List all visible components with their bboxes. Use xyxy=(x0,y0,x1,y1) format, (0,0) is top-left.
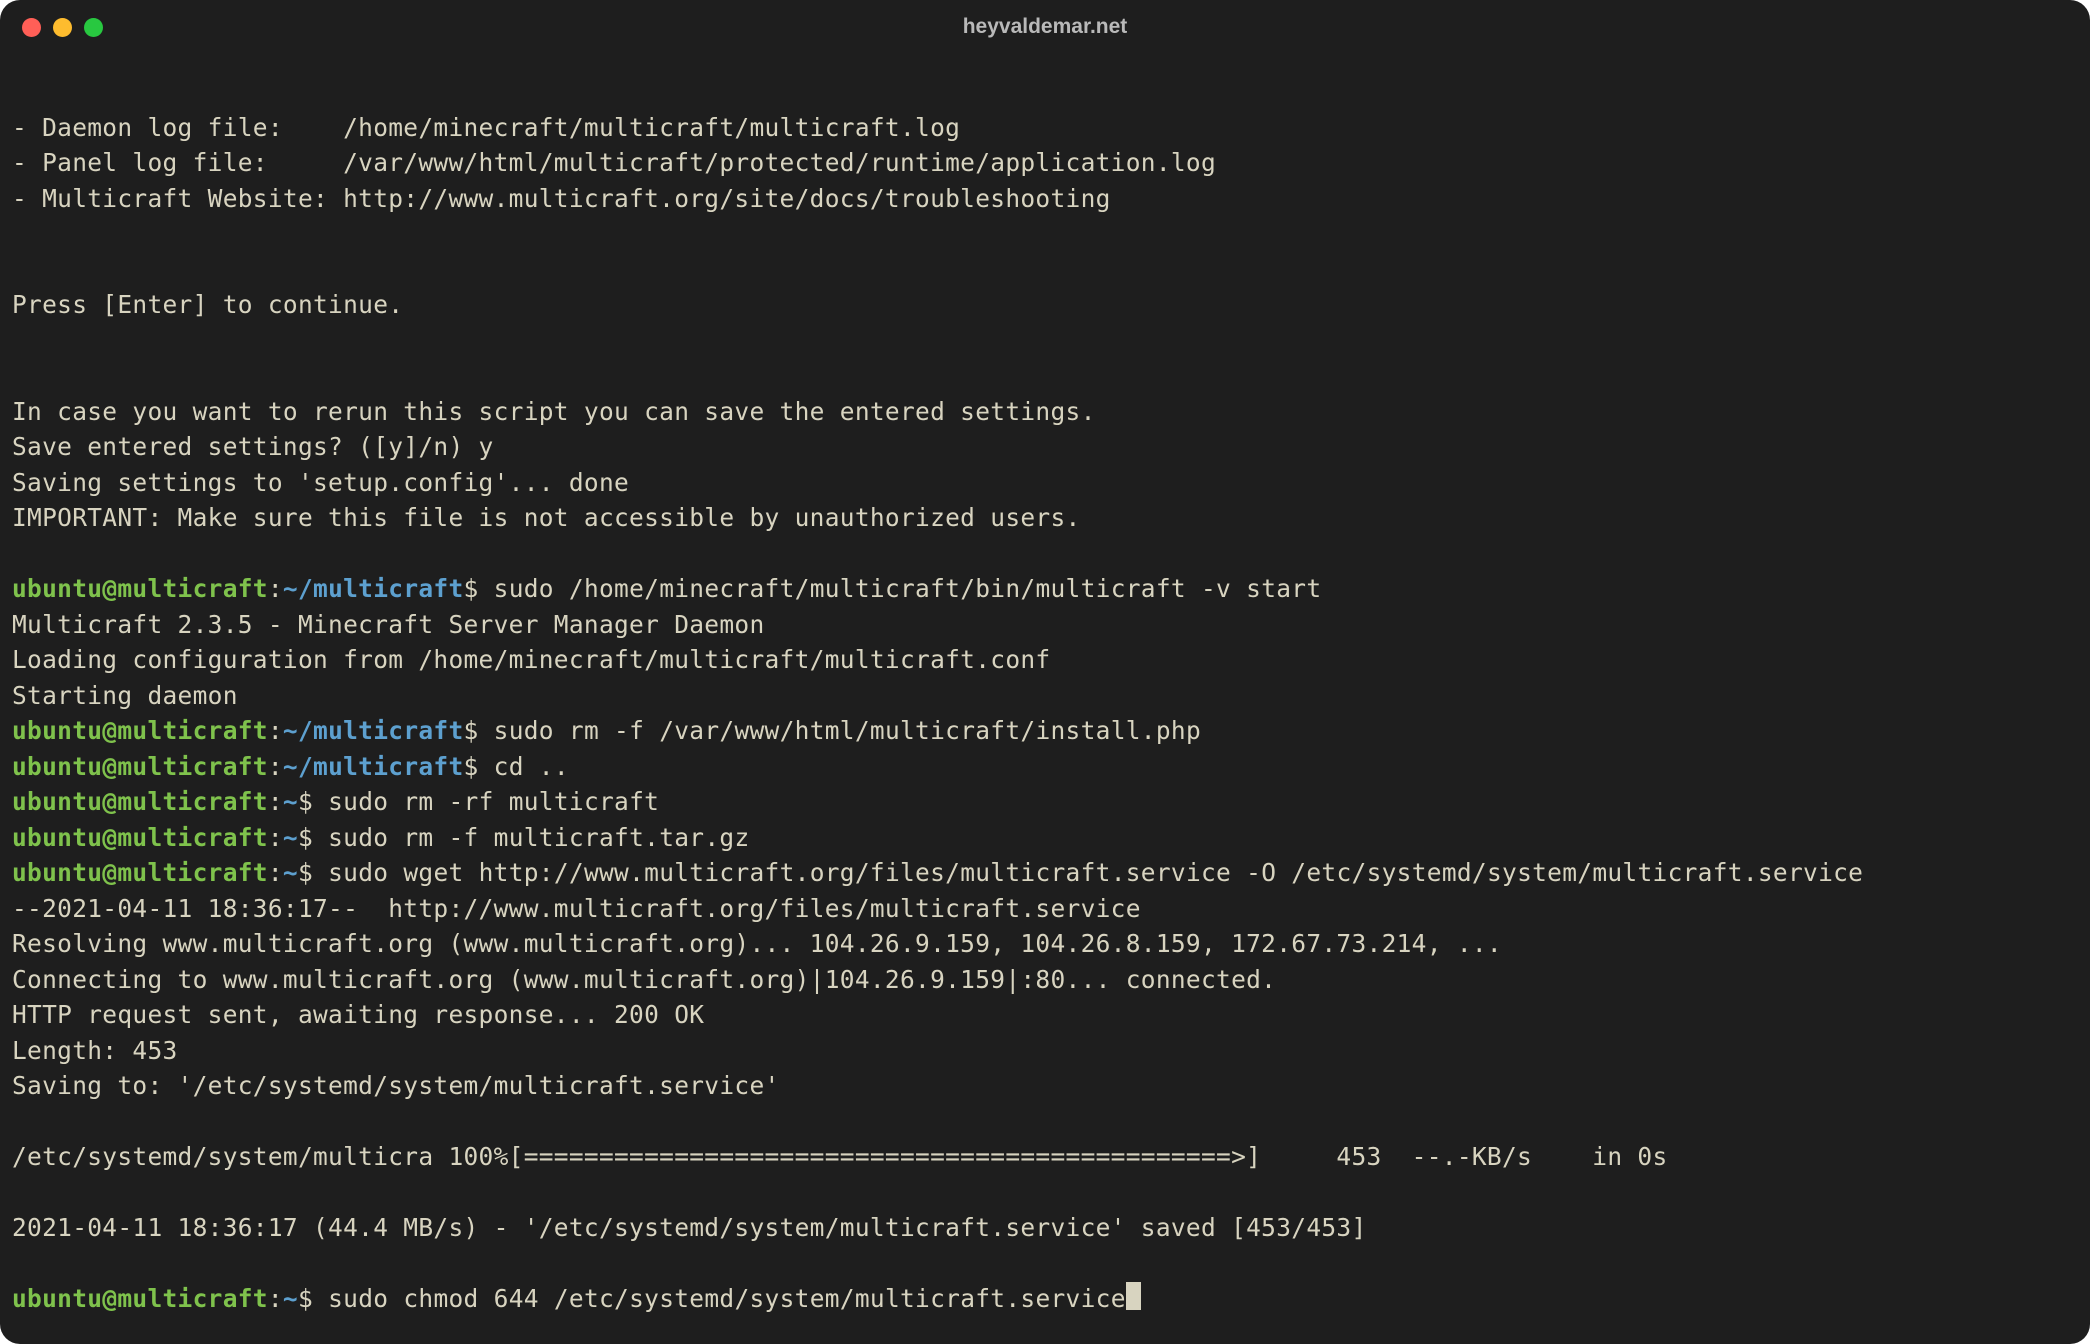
prompt-line: ubuntu@multicraft:~$ sudo rm -rf multicr… xyxy=(12,787,659,816)
prompt-line: ubuntu@multicraft:~$ sudo chmod 644 /etc… xyxy=(12,1284,1141,1313)
terminal-window: heyvaldemar.net - Daemon log file: /home… xyxy=(0,0,2090,1344)
prompt-path: ~ xyxy=(283,1284,298,1313)
prompt-path: ~ xyxy=(283,787,298,816)
command-text: sudo rm -f multicraft.tar.gz xyxy=(313,823,749,852)
prompt-line: ubuntu@multicraft:~$ sudo rm -f multicra… xyxy=(12,823,750,852)
minimize-icon[interactable] xyxy=(53,18,72,37)
prompt-path: ~/multicraft xyxy=(283,574,464,603)
traffic-lights xyxy=(22,18,103,37)
output-line: Press [Enter] to continue. xyxy=(12,290,403,319)
prompt-user: ubuntu@multicraft xyxy=(12,1284,268,1313)
prompt-line: ubuntu@multicraft:~$ sudo wget http://ww… xyxy=(12,858,1863,887)
prompt-line: ubuntu@multicraft:~/multicraft$ sudo /ho… xyxy=(12,574,1321,603)
terminal-body[interactable]: - Daemon log file: /home/minecraft/multi… xyxy=(0,54,2090,1344)
prompt-path: ~ xyxy=(283,823,298,852)
window-title: heyvaldemar.net xyxy=(0,15,2090,39)
output-line: Length: 453 xyxy=(12,1036,178,1065)
prompt-path: ~ xyxy=(283,858,298,887)
output-line: - Panel log file: /var/www/html/multicra… xyxy=(12,148,1216,177)
command-text: sudo rm -f /var/www/html/multicraft/inst… xyxy=(479,716,1201,745)
output-line: Connecting to www.multicraft.org (www.mu… xyxy=(12,965,1276,994)
output-line: Saving to: '/etc/systemd/system/multicra… xyxy=(12,1071,780,1100)
output-line: Save entered settings? ([y]/n) y xyxy=(12,432,494,461)
prompt-user: ubuntu@multicraft xyxy=(12,716,268,745)
prompt-user: ubuntu@multicraft xyxy=(12,752,268,781)
command-text: sudo wget http://www.multicraft.org/file… xyxy=(313,858,1863,887)
output-line: Multicraft 2.3.5 - Minecraft Server Mana… xyxy=(12,610,765,639)
command-text: sudo rm -rf multicraft xyxy=(313,787,659,816)
prompt-user: ubuntu@multicraft xyxy=(12,574,268,603)
output-line: 2021-04-11 18:36:17 (44.4 MB/s) - '/etc/… xyxy=(12,1213,1367,1242)
progress-line: /etc/systemd/system/multicra 100%[======… xyxy=(12,1142,1668,1171)
command-text: sudo chmod 644 /etc/systemd/system/multi… xyxy=(313,1284,1126,1313)
command-text: sudo /home/minecraft/multicraft/bin/mult… xyxy=(479,574,1322,603)
prompt-line: ubuntu@multicraft:~/multicraft$ cd .. xyxy=(12,752,569,781)
prompt-user: ubuntu@multicraft xyxy=(12,787,268,816)
output-line: Saving settings to 'setup.config'... don… xyxy=(12,468,629,497)
prompt-path: ~/multicraft xyxy=(283,716,464,745)
output-line: HTTP request sent, awaiting response... … xyxy=(12,1000,704,1029)
output-line: Starting daemon xyxy=(12,681,238,710)
prompt-path: ~/multicraft xyxy=(283,752,464,781)
output-line: Loading configuration from /home/minecra… xyxy=(12,645,1050,674)
output-line: In case you want to rerun this script yo… xyxy=(12,397,1096,426)
close-icon[interactable] xyxy=(22,18,41,37)
titlebar: heyvaldemar.net xyxy=(0,0,2090,54)
command-text: cd .. xyxy=(479,752,569,781)
prompt-line: ubuntu@multicraft:~/multicraft$ sudo rm … xyxy=(12,716,1201,745)
output-line: Resolving www.multicraft.org (www.multic… xyxy=(12,929,1502,958)
zoom-icon[interactable] xyxy=(84,18,103,37)
prompt-user: ubuntu@multicraft xyxy=(12,823,268,852)
output-line: --2021-04-11 18:36:17-- http://www.multi… xyxy=(12,894,1141,923)
output-line: - Daemon log file: /home/minecraft/multi… xyxy=(12,113,960,142)
cursor-icon xyxy=(1126,1282,1141,1310)
prompt-user: ubuntu@multicraft xyxy=(12,858,268,887)
output-line: - Multicraft Website: http://www.multicr… xyxy=(12,184,1111,213)
output-line: IMPORTANT: Make sure this file is not ac… xyxy=(12,503,1081,532)
